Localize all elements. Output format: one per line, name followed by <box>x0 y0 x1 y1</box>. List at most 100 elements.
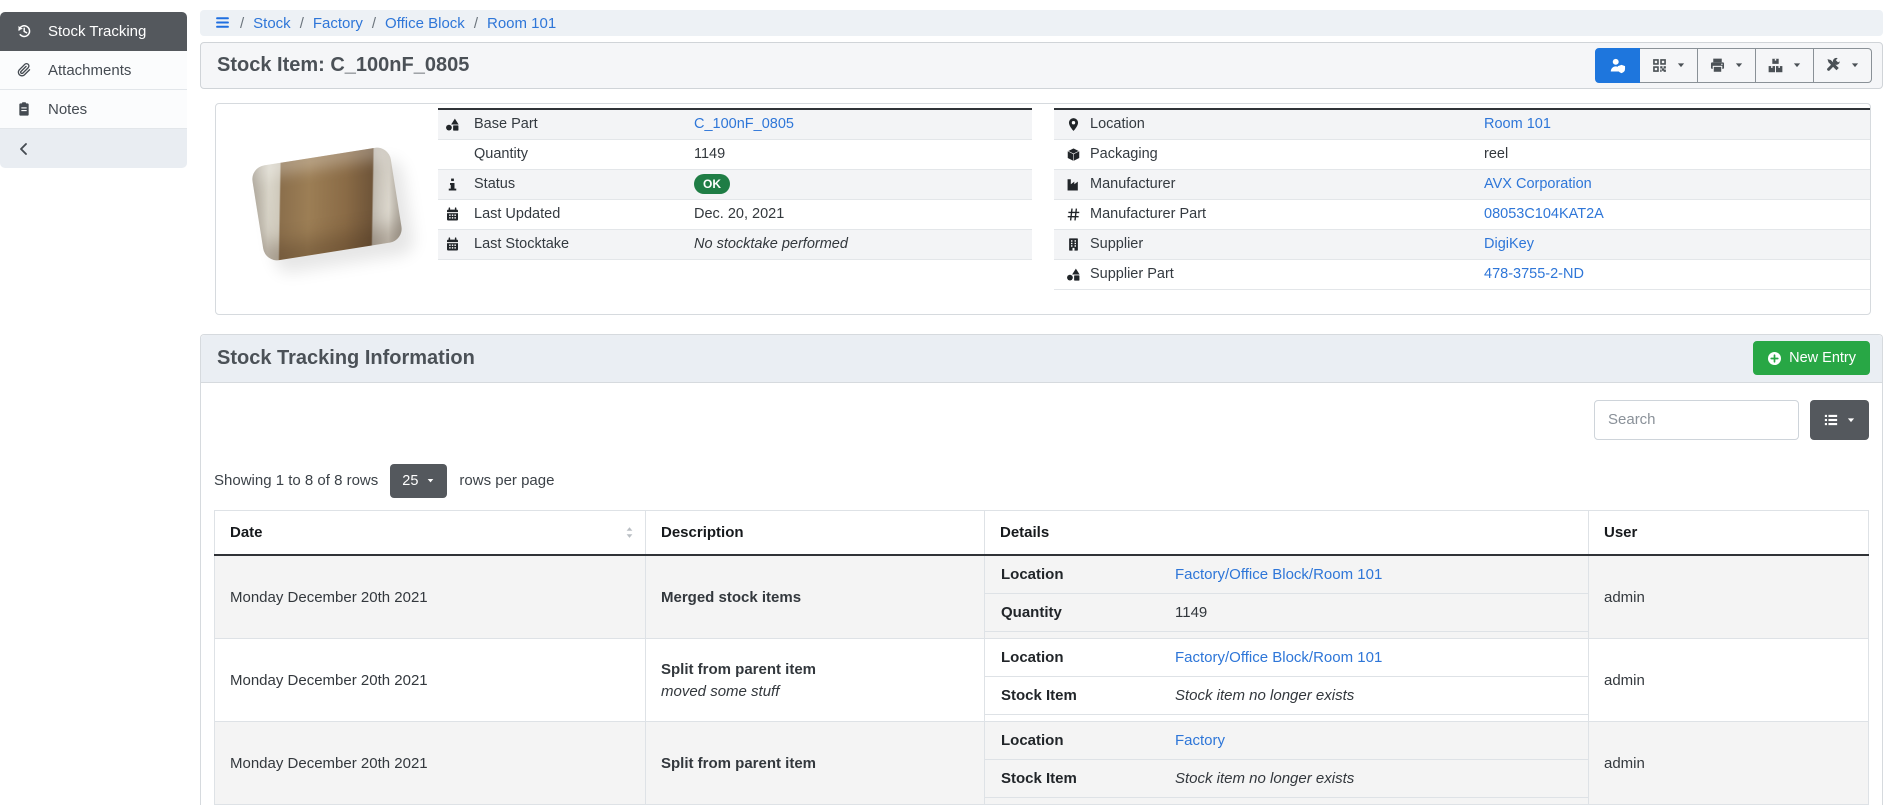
tracking-panel-title: Stock Tracking Information <box>217 347 475 370</box>
detail-row-base-part: Base Part C_100nF_0805 <box>438 110 1032 140</box>
sidebar-item-label: Notes <box>48 101 87 118</box>
page-size-dropdown[interactable]: 25 <box>390 464 447 498</box>
detail-label: Supplier <box>1090 236 1484 252</box>
capacitor-image <box>250 145 403 262</box>
sort-icon[interactable] <box>622 525 637 540</box>
description-cell: Merged stock items <box>646 555 985 639</box>
details-sub-table: Location Factory Stock Item Stock item n… <box>985 722 1588 798</box>
detail-label: Packaging <box>1090 146 1484 162</box>
column-header-description[interactable]: Description <box>646 510 985 555</box>
breadcrumb-link-factory[interactable]: Factory <box>313 15 363 32</box>
detail-label: Last Stocktake <box>474 236 694 252</box>
breadcrumb-link-office-block[interactable]: Office Block <box>385 15 465 32</box>
location-link[interactable]: Factory/Office Block/Room 101 <box>1175 566 1382 583</box>
detail-key: Location <box>1001 732 1175 749</box>
stock-item-details-panel: Base Part C_100nF_0805 Quantity 1149 Sta… <box>215 103 1871 315</box>
packaging-value: reel <box>1484 146 1508 162</box>
page-title: Stock Item: C_100nF_0805 <box>217 54 469 77</box>
tracking-panel-header: Stock Tracking Information New Entry <box>201 335 1882 383</box>
location-link[interactable]: Room 101 <box>1484 116 1551 132</box>
sidebar-item-label: Stock Tracking <box>48 23 146 40</box>
bars-icon[interactable] <box>213 14 231 32</box>
column-header-date[interactable]: Date <box>215 510 646 555</box>
pagination-row: Showing 1 to 8 of 8 rows 25 rows per pag… <box>214 464 1869 498</box>
detail-label: Last Updated <box>474 206 694 222</box>
manufacturer-part-link[interactable]: 08053C104KAT2A <box>1484 206 1604 222</box>
detail-sub-row: Quantity 1149 <box>985 594 1588 632</box>
table-toolbar <box>214 400 1869 440</box>
description-text: Merged stock items <box>661 589 969 606</box>
details-cell: Location Factory/Office Block/Room 101 S… <box>985 639 1589 722</box>
shapes-icon <box>1054 267 1090 282</box>
column-header-user[interactable]: User <box>1589 510 1869 555</box>
tracking-table: Date Description Details User Monday Dec… <box>214 510 1869 805</box>
location-link[interactable]: Factory <box>1175 732 1225 749</box>
detail-sub-row: Location Factory/Office Block/Room 101 <box>985 556 1588 594</box>
search-input[interactable] <box>1594 400 1799 440</box>
detail-label: Manufacturer <box>1090 176 1484 192</box>
calendar-icon <box>438 237 474 252</box>
sidebar-item-attachments[interactable]: Attachments <box>0 51 187 90</box>
detail-value: 1149 <box>1175 604 1207 621</box>
description-cell: Split from parent item moved some stuff <box>646 639 985 722</box>
user-shield-icon <box>1609 57 1626 74</box>
last-stocktake-value: No stocktake performed <box>694 236 848 252</box>
detail-value: Stock item no longer exists <box>1175 687 1354 704</box>
print-actions-button[interactable] <box>1698 48 1756 83</box>
table-row: Monday December 20th 2021 Merged stock i… <box>215 555 1869 639</box>
printer-icon <box>1709 57 1726 74</box>
details-cell: Location Factory/Office Block/Room 101 Q… <box>985 555 1589 639</box>
location-link[interactable]: Factory/Office Block/Room 101 <box>1175 649 1382 666</box>
detail-key: Location <box>1001 566 1175 583</box>
detail-sub-row: Location Factory <box>985 722 1588 760</box>
detail-sub-row: Stock Item Stock item no longer exists <box>985 760 1588 798</box>
breadcrumb-link-stock[interactable]: Stock <box>253 15 291 32</box>
detail-label: Base Part <box>474 116 694 132</box>
new-entry-label: New Entry <box>1789 350 1856 366</box>
sidebar-item-label: Attachments <box>48 62 131 79</box>
base-part-link[interactable]: C_100nF_0805 <box>694 116 794 132</box>
supplier-link[interactable]: DigiKey <box>1484 236 1534 252</box>
supplier-part-link[interactable]: 478-3755-2-ND <box>1484 266 1584 282</box>
hash-icon <box>1054 207 1090 222</box>
barcode-actions-button[interactable] <box>1640 48 1698 83</box>
detail-row-quantity: Quantity 1149 <box>438 140 1032 170</box>
sidebar-item-notes[interactable]: Notes <box>0 90 187 129</box>
sidebar-list: Stock Tracking Attachments Notes <box>0 12 187 168</box>
tracking-panel-body: Showing 1 to 8 of 8 rows 25 rows per pag… <box>201 383 1882 805</box>
chevron-down-icon <box>1850 60 1860 70</box>
calendar-icon <box>438 207 474 222</box>
details-sub-table: Location Factory/Office Block/Room 101 Q… <box>985 556 1588 632</box>
box-icon <box>1054 147 1090 162</box>
detail-row-last-updated: Last Updated Dec. 20, 2021 <box>438 200 1032 230</box>
building-icon <box>1054 237 1090 252</box>
columns-button[interactable] <box>1810 400 1869 440</box>
industry-icon <box>1054 177 1090 192</box>
new-entry-button[interactable]: New Entry <box>1753 341 1870 375</box>
chevron-down-icon <box>1846 415 1856 425</box>
detail-row-location: Location Room 101 <box>1054 110 1870 140</box>
stock-actions-button[interactable] <box>1756 48 1814 83</box>
history-icon <box>15 23 33 39</box>
table-row: Monday December 20th 2021 Split from par… <box>215 722 1869 805</box>
edit-actions-button[interactable] <box>1814 48 1872 83</box>
detail-key: Stock Item <box>1001 687 1175 704</box>
page-size-value: 25 <box>402 473 418 489</box>
user-cell: admin <box>1589 639 1869 722</box>
app-root: Stock Tracking Attachments Notes / Stock… <box>0 0 1887 805</box>
admin-button[interactable] <box>1595 48 1640 83</box>
plus-circle-icon <box>1767 351 1782 366</box>
column-header-details[interactable]: Details <box>985 510 1589 555</box>
last-updated-value: Dec. 20, 2021 <box>694 206 784 222</box>
details-sub-table: Location Factory/Office Block/Room 101 S… <box>985 639 1588 715</box>
sidebar-collapse-button[interactable] <box>0 129 187 168</box>
manufacturer-link[interactable]: AVX Corporation <box>1484 176 1592 192</box>
detail-key: Quantity <box>1001 604 1175 621</box>
breadcrumb-link-room-101[interactable]: Room 101 <box>487 15 556 32</box>
detail-row-manufacturer-part: Manufacturer Part 08053C104KAT2A <box>1054 200 1870 230</box>
details-cell: Location Factory Stock Item Stock item n… <box>985 722 1589 805</box>
info-icon <box>438 177 474 192</box>
user-cell: admin <box>1589 722 1869 805</box>
sidebar-item-stock-tracking[interactable]: Stock Tracking <box>0 12 187 51</box>
detail-label: Location <box>1090 116 1484 132</box>
